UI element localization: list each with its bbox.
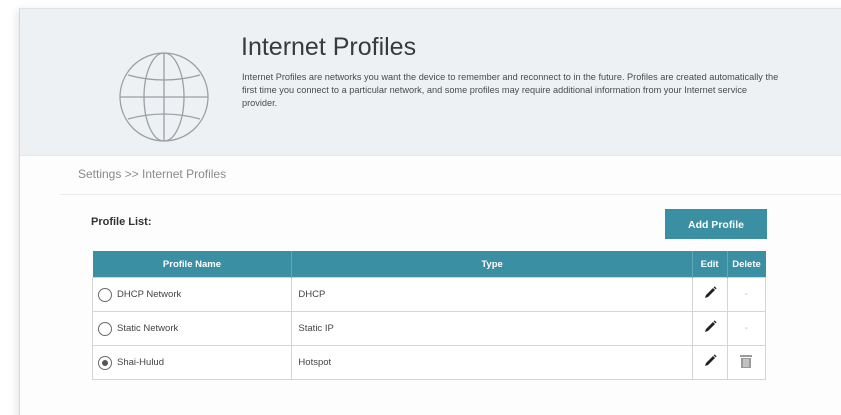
pencil-icon[interactable] [702,285,718,301]
table-row: Static Network Static IP - [91,311,767,346]
page: Internet Profiles Internet Profiles are … [0,0,841,415]
globe-icon [119,52,209,142]
pencil-icon[interactable] [702,319,718,335]
profile-name-cell: DHCP Network [91,277,293,312]
delete-disabled: - [744,323,748,334]
table-row: Shai-Hulud Hotspot [91,345,767,380]
table-row: DHCP Network DHCP - [91,277,767,312]
profile-list-title: Profile List: [91,216,152,228]
profile-name: Static Network [117,323,179,334]
delete-disabled: - [744,289,748,300]
profile-type: Hotspot [291,345,693,380]
table-header-row: Profile Name Type Edit Delete [92,251,766,278]
profile-radio-selected[interactable] [98,355,112,370]
breadcrumb[interactable]: Settings >> Internet Profiles [78,167,226,181]
profile-name: DHCP Network [117,289,182,300]
profile-name-cell: Shai-Hulud [91,345,293,380]
column-header-edit: Edit [692,251,728,278]
profile-radio[interactable] [98,287,112,302]
profile-type: DHCP [291,277,693,312]
column-header-delete: Delete [727,251,766,278]
profile-name-cell: Static Network [91,311,293,346]
edit-cell [691,311,728,346]
content-panel: Internet Profiles Internet Profiles are … [19,8,841,415]
column-header-type: Type [291,251,693,278]
page-title: Internet Profiles [241,33,417,61]
edit-cell [691,277,728,312]
page-description: Internet Profiles are networks you want … [242,72,779,108]
profile-table: Profile Name Type Edit Delete DHCP Netwo… [91,251,767,380]
delete-cell: - [726,277,767,312]
add-profile-button[interactable]: Add Profile [665,209,767,239]
profile-radio[interactable] [98,321,112,336]
column-header-profile-name: Profile Name [92,251,293,278]
profile-name: Shai-Hulud [117,357,164,368]
delete-cell: - [726,311,767,346]
edit-cell [691,345,728,380]
trash-icon[interactable] [739,354,753,369]
delete-cell [726,345,767,380]
pencil-icon[interactable] [702,353,718,369]
divider [60,194,841,195]
profile-type: Static IP [291,311,693,346]
page-header: Internet Profiles Internet Profiles are … [20,9,841,156]
